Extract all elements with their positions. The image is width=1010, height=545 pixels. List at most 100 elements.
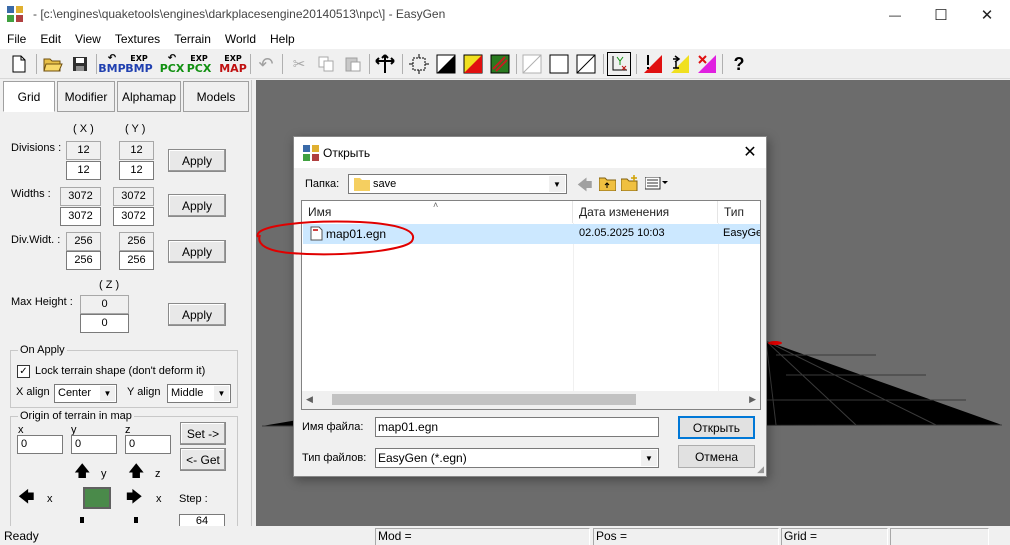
chevron-down-icon: ▼	[100, 386, 115, 401]
minimize-button[interactable]: —	[872, 0, 918, 30]
menu-world[interactable]: World	[218, 30, 263, 49]
cancel-button[interactable]: Отмена	[678, 445, 755, 468]
import-bmp-button[interactable]: ↶ BMP	[98, 52, 125, 76]
origin-set-button[interactable]: Set ->	[180, 422, 226, 445]
diagonal-gray-button[interactable]	[520, 52, 544, 76]
export-pcx-button[interactable]: EXP PCX	[187, 52, 212, 76]
scroll-right-icon: ▶	[749, 394, 756, 404]
close-button[interactable]: ✕	[964, 0, 1010, 30]
tab-models[interactable]: Models	[183, 81, 249, 112]
new-folder-icon[interactable]	[621, 175, 639, 191]
step-input[interactable]: 64	[179, 514, 225, 526]
open-folder-icon	[43, 58, 63, 72]
filename-input[interactable]: map01.egn	[375, 417, 659, 437]
up-folder-icon[interactable]	[599, 176, 616, 191]
widths-y-input[interactable]: 3072	[113, 207, 154, 226]
arrow-x-left-label: x	[47, 493, 53, 505]
terrain-marker	[768, 341, 782, 345]
new-button[interactable]	[7, 52, 31, 76]
square-button[interactable]	[547, 52, 571, 76]
maximize-button[interactable]: ☐	[918, 0, 964, 30]
move-z-up-button[interactable]: 🡅	[128, 464, 144, 480]
widths-x-current: 3072	[60, 187, 101, 206]
axis-button[interactable]	[607, 52, 631, 76]
maxheight-input[interactable]: 0	[80, 314, 129, 333]
folder-select[interactable]: save ▼	[348, 174, 567, 194]
tab-alphamap[interactable]: Alphamap	[117, 81, 181, 112]
export-bmp-button[interactable]: EXP BMP	[125, 52, 152, 76]
tab-grid[interactable]: Grid	[3, 81, 55, 112]
flag-yellow-button[interactable]	[668, 52, 692, 76]
texture-view-button[interactable]	[488, 52, 512, 76]
on-apply-title: On Apply	[18, 344, 67, 356]
yalign-select[interactable]: Middle ▼	[167, 384, 231, 403]
maximize-icon: ☐	[934, 7, 948, 24]
filetype-select[interactable]: EasyGen (*.egn) ▼	[375, 448, 659, 468]
paste-button[interactable]	[341, 52, 365, 76]
title-bar: - [c:\engines\quaketools\engines\darkpla…	[0, 0, 1010, 30]
arrow-z-label: z	[155, 468, 161, 480]
import-pcx-button[interactable]: ↶ PCX	[160, 52, 185, 76]
divisions-y-input[interactable]: 12	[119, 161, 154, 180]
divwidth-y-input[interactable]: 256	[119, 251, 154, 270]
filetype-value: EasyGen (*.egn)	[378, 451, 467, 465]
folder-label: Папка:	[305, 178, 340, 190]
cut-button[interactable]: ✂	[287, 52, 311, 76]
save-button[interactable]	[68, 52, 92, 76]
file-type: EasyGen	[723, 227, 760, 239]
left-panel: Grid Modifier Alphamap Models ( X ) ( Y …	[0, 80, 252, 526]
origin-get-button[interactable]: <- Get	[180, 448, 226, 471]
dialog-close-button[interactable]: ✕	[741, 143, 759, 161]
maxheight-current: 0	[80, 295, 129, 314]
menu-terrain[interactable]: Terrain	[167, 30, 218, 49]
menu-textures[interactable]: Textures	[108, 30, 167, 49]
divwidth-apply-button[interactable]: Apply	[168, 240, 226, 263]
flag-magenta-button[interactable]	[695, 52, 719, 76]
widths-x-input[interactable]: 3072	[60, 207, 101, 226]
copy-button[interactable]	[314, 52, 338, 76]
column-date[interactable]: Дата изменения	[573, 201, 718, 223]
open-button-dialog[interactable]: Открыть	[678, 416, 755, 439]
shade-color-button[interactable]	[461, 52, 485, 76]
maxheight-apply-button[interactable]: Apply	[168, 303, 226, 326]
dialog-title: Открыть	[323, 146, 371, 160]
open-button[interactable]	[41, 52, 65, 76]
undo-button[interactable]: ↶	[254, 52, 278, 76]
divisions-apply-button[interactable]: Apply	[168, 149, 226, 172]
tab-modifier[interactable]: Modifier	[57, 81, 115, 112]
flag-red-button[interactable]	[641, 52, 665, 76]
column-type[interactable]: Тип	[718, 201, 760, 223]
divisions-x-current: 12	[66, 141, 101, 160]
divisions-x-input[interactable]: 12	[66, 161, 101, 180]
menu-view[interactable]: View	[68, 30, 108, 49]
resize-grip-icon[interactable]: ◢	[757, 464, 764, 475]
move-x-left-button[interactable]: 🡄	[18, 490, 35, 506]
shade-bw-button[interactable]	[434, 52, 458, 76]
arrow-x-right-label: x	[156, 493, 162, 505]
menu-edit[interactable]: Edit	[33, 30, 68, 49]
lock-terrain-checkbox[interactable]: ✓	[17, 365, 30, 378]
move-x-right-button[interactable]: 🡆	[126, 490, 143, 506]
xalign-value: Center	[58, 387, 92, 399]
horizontal-scrollbar[interactable]: ◀ ▶	[302, 391, 760, 409]
move-button[interactable]	[373, 52, 397, 76]
widths-apply-button[interactable]: Apply	[168, 194, 226, 217]
origin-z-input[interactable]: 0	[125, 435, 171, 454]
export-map-button[interactable]: EXP MAP	[219, 52, 247, 76]
help-button[interactable]: ?	[727, 52, 751, 76]
grid-select-button[interactable]	[407, 52, 431, 76]
origin-x-input[interactable]: 0	[17, 435, 63, 454]
yalign-label: Y align	[127, 386, 161, 398]
menu-help[interactable]: Help	[263, 30, 302, 49]
xalign-select[interactable]: Center ▼	[54, 384, 117, 403]
menu-file[interactable]: File	[0, 30, 33, 49]
scrollbar-thumb[interactable]	[332, 394, 636, 405]
divwidth-x-input[interactable]: 256	[66, 251, 101, 270]
diagonal-button[interactable]	[574, 52, 598, 76]
view-menu-icon[interactable]	[645, 177, 669, 190]
widths-y-current: 3072	[113, 187, 154, 206]
move-y-up-button[interactable]: 🡅	[74, 464, 90, 480]
origin-y-input[interactable]: 0	[71, 435, 117, 454]
back-button[interactable]: 🡄	[577, 175, 593, 200]
status-mod: Mod =	[375, 528, 590, 545]
